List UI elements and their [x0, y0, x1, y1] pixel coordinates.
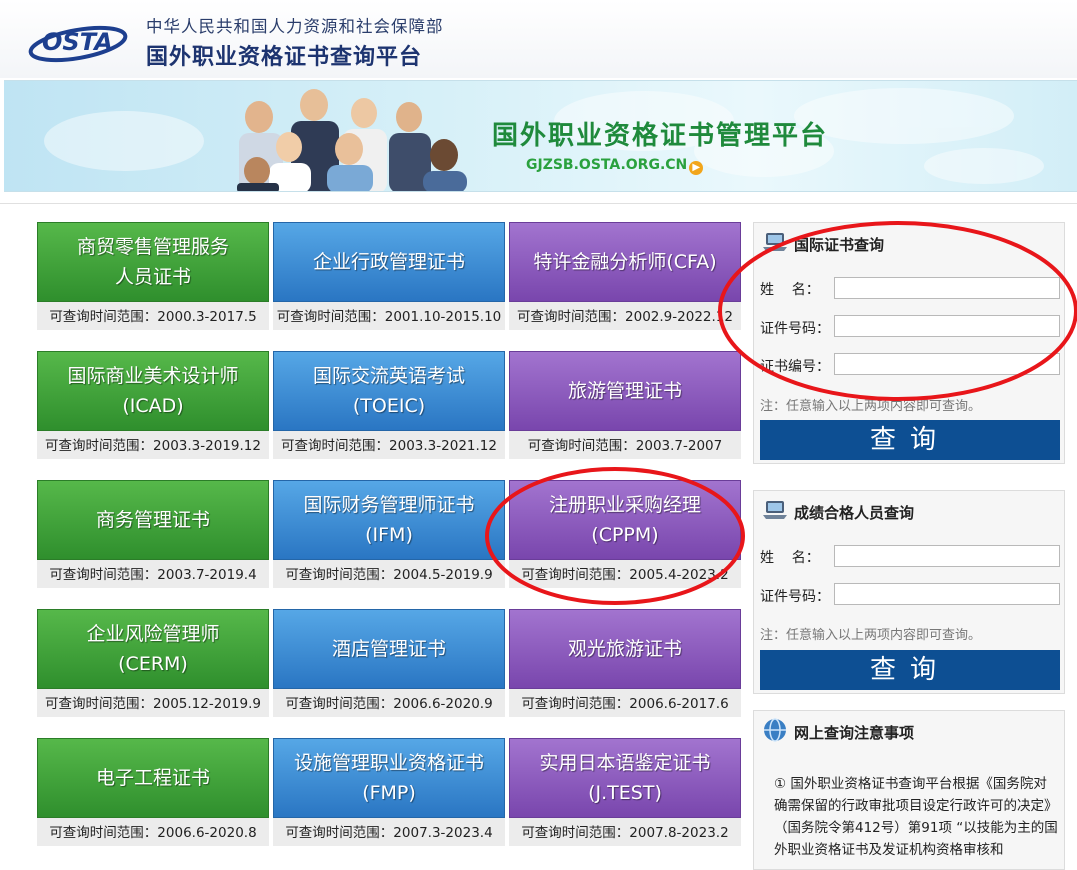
banner-url-link[interactable]: GJZSB.OSTA.ORG.CN ▶	[526, 157, 704, 175]
cert-card[interactable]: 观光旅游证书可查询时间范围：2006.6-2017.6	[509, 609, 741, 717]
cert-name[interactable]: 国际商业美术设计师 (ICAD)	[67, 361, 238, 421]
cert-name[interactable]: 商务管理证书	[96, 505, 210, 535]
cert-card[interactable]: 企业行政管理证书可查询时间范围：2001.10-2015.10	[273, 222, 505, 330]
notice-text: ① 国外职业资格证书查询平台根据《国务院对确需保留的行政审批项目设定行政许可的决…	[774, 776, 1058, 858]
cert-query-range: 可查询时间范围：2003.3-2021.12	[281, 438, 497, 454]
cert-query-range: 可查询时间范围：2002.9-2022.12	[517, 309, 733, 325]
divider	[0, 203, 1077, 204]
cert-tile-button[interactable]: 企业行政管理证书	[273, 222, 505, 302]
cert-query-note: 注：任意输入以上两项内容即可查询。	[760, 399, 982, 414]
cert-name[interactable]: 企业行政管理证书	[313, 247, 465, 277]
score-query-button[interactable]: 查询	[760, 650, 1060, 690]
cert-card[interactable]: 实用日本语鉴定证书 (J.TEST) 可查询时间范围：2007.8-2023.2	[509, 738, 741, 846]
cert-card[interactable]: 商贸零售管理服务 人员证书可查询时间范围：2000.3-2017.5	[37, 222, 269, 330]
cert-tile-button[interactable]: 观光旅游证书	[509, 609, 741, 689]
cert-name[interactable]: 电子工程证书	[96, 763, 210, 793]
cert-tile-button[interactable]: 商务管理证书	[37, 480, 269, 560]
site-header: OSTA 中华人民共和国人力资源和社会保障部 国外职业资格证书查询平台	[0, 0, 1077, 78]
page-title: 国外职业资格证书查询平台	[146, 45, 423, 70]
cert-name[interactable]: 设施管理职业资格证书 (FMP)	[294, 748, 484, 808]
ministry-name: 中华人民共和国人力资源和社会保障部	[146, 17, 444, 36]
cert-tile-button[interactable]: 酒店管理证书	[273, 609, 505, 689]
cert-name[interactable]: 国际交流英语考试 (TOEIC)	[313, 361, 465, 421]
cert-query-range: 可查询时间范围：2006.6-2020.9	[285, 696, 493, 712]
cert-card[interactable]: 酒店管理证书可查询时间范围：2006.6-2020.9	[273, 609, 505, 717]
name-label: 姓 名：	[760, 282, 820, 298]
id-number-input[interactable]	[834, 583, 1060, 605]
notice-title: 网上查询注意事项	[794, 724, 915, 742]
cert-card[interactable]: 电子工程证书可查询时间范围：2006.6-2020.8	[37, 738, 269, 846]
cert-tile-button[interactable]: 电子工程证书	[37, 738, 269, 818]
cert-query-range: 可查询时间范围：2000.3-2017.5	[49, 309, 257, 325]
cert-card[interactable]: 商务管理证书可查询时间范围：2003.7-2019.4	[37, 480, 269, 588]
cert-name[interactable]: 特许金融分析师(CFA)	[533, 247, 716, 277]
cert-query-button[interactable]: 查询	[760, 420, 1060, 460]
score-query-panel: 成绩合格人员查询 姓 名： 证件号码： 注：任意输入以上两项内容即可查询。 查询	[753, 490, 1065, 694]
cert-tile-button[interactable]: 国际财务管理师证书 (IFM)	[273, 480, 505, 560]
cert-query-title: 国际证书查询	[794, 236, 885, 254]
logo-text: OSTA	[42, 28, 113, 56]
notice-header: 网上查询注意事项	[754, 711, 1064, 751]
osta-logo[interactable]: OSTA	[28, 14, 136, 64]
cert-number-label: 证书编号：	[760, 359, 830, 375]
banner: 国外职业资格证书管理平台 GJZSB.OSTA.ORG.CN ▶	[4, 80, 1077, 192]
cert-card[interactable]: 设施管理职业资格证书 (FMP) 可查询时间范围：2007.3-2023.4	[273, 738, 505, 846]
cert-tile-button[interactable]: 特许金融分析师(CFA)	[509, 222, 741, 302]
cert-card[interactable]: 注册职业采购经理 (CPPM) 可查询时间范围：2005.4-2023.2	[509, 480, 741, 588]
cert-query-panel: 国际证书查询 姓 名： 证件号码： 证书编号： 注：任意输入以上两项内容即可查询…	[753, 222, 1065, 464]
laptop-icon	[763, 501, 787, 519]
cert-query-range: 可查询时间范围：2003.3-2019.12	[45, 438, 261, 454]
cert-tile-button[interactable]: 商贸零售管理服务 人员证书	[37, 222, 269, 302]
cert-query-range: 可查询时间范围：2006.6-2020.8	[49, 825, 257, 841]
score-query-note: 注：任意输入以上两项内容即可查询。	[760, 628, 982, 643]
id-number-label: 证件号码：	[760, 589, 830, 605]
globe-icon	[764, 718, 786, 742]
cert-tile-button[interactable]: 实用日本语鉴定证书 (J.TEST)	[509, 738, 741, 818]
cert-tile-button[interactable]: 企业风险管理师 (CERM)	[37, 609, 269, 689]
cert-tile-button[interactable]: 设施管理职业资格证书 (FMP)	[273, 738, 505, 818]
cert-name[interactable]: 酒店管理证书	[332, 634, 446, 664]
cert-query-range: 可查询时间范围：2003.7-2007	[527, 438, 723, 454]
cert-name[interactable]: 观光旅游证书	[568, 634, 682, 664]
name-label: 姓 名：	[760, 550, 820, 566]
cert-query-range: 可查询时间范围：2007.3-2023.4	[285, 825, 493, 841]
business-people-image	[237, 89, 467, 191]
cert-tile-button[interactable]: 国际交流英语考试 (TOEIC)	[273, 351, 505, 431]
cert-tile-button[interactable]: 旅游管理证书	[509, 351, 741, 431]
id-number-input[interactable]	[834, 315, 1060, 337]
cert-query-header: 国际证书查询	[754, 223, 1064, 263]
cert-name[interactable]: 旅游管理证书	[568, 376, 682, 406]
name-input[interactable]	[834, 545, 1060, 567]
laptop-icon	[763, 233, 787, 251]
id-number-label: 证件号码：	[760, 321, 830, 337]
banner-url-text[interactable]: GJZSB.OSTA.ORG.CN	[526, 157, 687, 173]
cert-tile-button[interactable]: 国际商业美术设计师 (ICAD)	[37, 351, 269, 431]
cert-name[interactable]: 商贸零售管理服务 人员证书	[77, 232, 229, 292]
cert-query-range: 可查询时间范围：2006.6-2017.6	[521, 696, 729, 712]
cert-name[interactable]: 企业风险管理师 (CERM)	[86, 619, 219, 679]
arrow-right-icon[interactable]: ▶	[689, 161, 704, 175]
name-input[interactable]	[834, 277, 1060, 299]
cert-card[interactable]: 国际财务管理师证书 (IFM) 可查询时间范围：2004.5-2019.9	[273, 480, 505, 588]
cert-query-range: 可查询时间范围：2004.5-2019.9	[285, 567, 493, 583]
banner-title: 国外职业资格证书管理平台	[492, 121, 829, 151]
cert-query-range: 可查询时间范围：2005.12-2019.9	[45, 696, 261, 712]
score-query-header: 成绩合格人员查询	[754, 491, 1064, 531]
cert-number-input[interactable]	[834, 353, 1060, 375]
cert-card[interactable]: 企业风险管理师 (CERM) 可查询时间范围：2005.12-2019.9	[37, 609, 269, 717]
score-query-title: 成绩合格人员查询	[794, 504, 915, 522]
cert-query-range: 可查询时间范围：2001.10-2015.10	[276, 309, 502, 325]
cert-name[interactable]: 实用日本语鉴定证书 (J.TEST)	[539, 748, 710, 808]
cert-card[interactable]: 国际交流英语考试 (TOEIC) 可查询时间范围：2003.3-2021.12	[273, 351, 505, 459]
cert-query-range: 可查询时间范围：2003.7-2019.4	[49, 567, 257, 583]
cert-query-range: 可查询时间范围：2007.8-2023.2	[521, 825, 729, 841]
cert-card[interactable]: 旅游管理证书可查询时间范围：2003.7-2007	[509, 351, 741, 459]
cert-card[interactable]: 国际商业美术设计师 (ICAD) 可查询时间范围：2003.3-2019.12	[37, 351, 269, 459]
cert-name[interactable]: 国际财务管理师证书 (IFM)	[303, 490, 474, 550]
cert-tile-button[interactable]: 注册职业采购经理 (CPPM)	[509, 480, 741, 560]
notice-panel: 网上查询注意事项 ① 国外职业资格证书查询平台根据《国务院对确需保留的行政审批项…	[753, 710, 1065, 870]
cert-query-range: 可查询时间范围：2005.4-2023.2	[521, 567, 729, 583]
cert-card[interactable]: 特许金融分析师(CFA) 可查询时间范围：2002.9-2022.12	[509, 222, 741, 330]
cert-name[interactable]: 注册职业采购经理 (CPPM)	[549, 490, 701, 550]
